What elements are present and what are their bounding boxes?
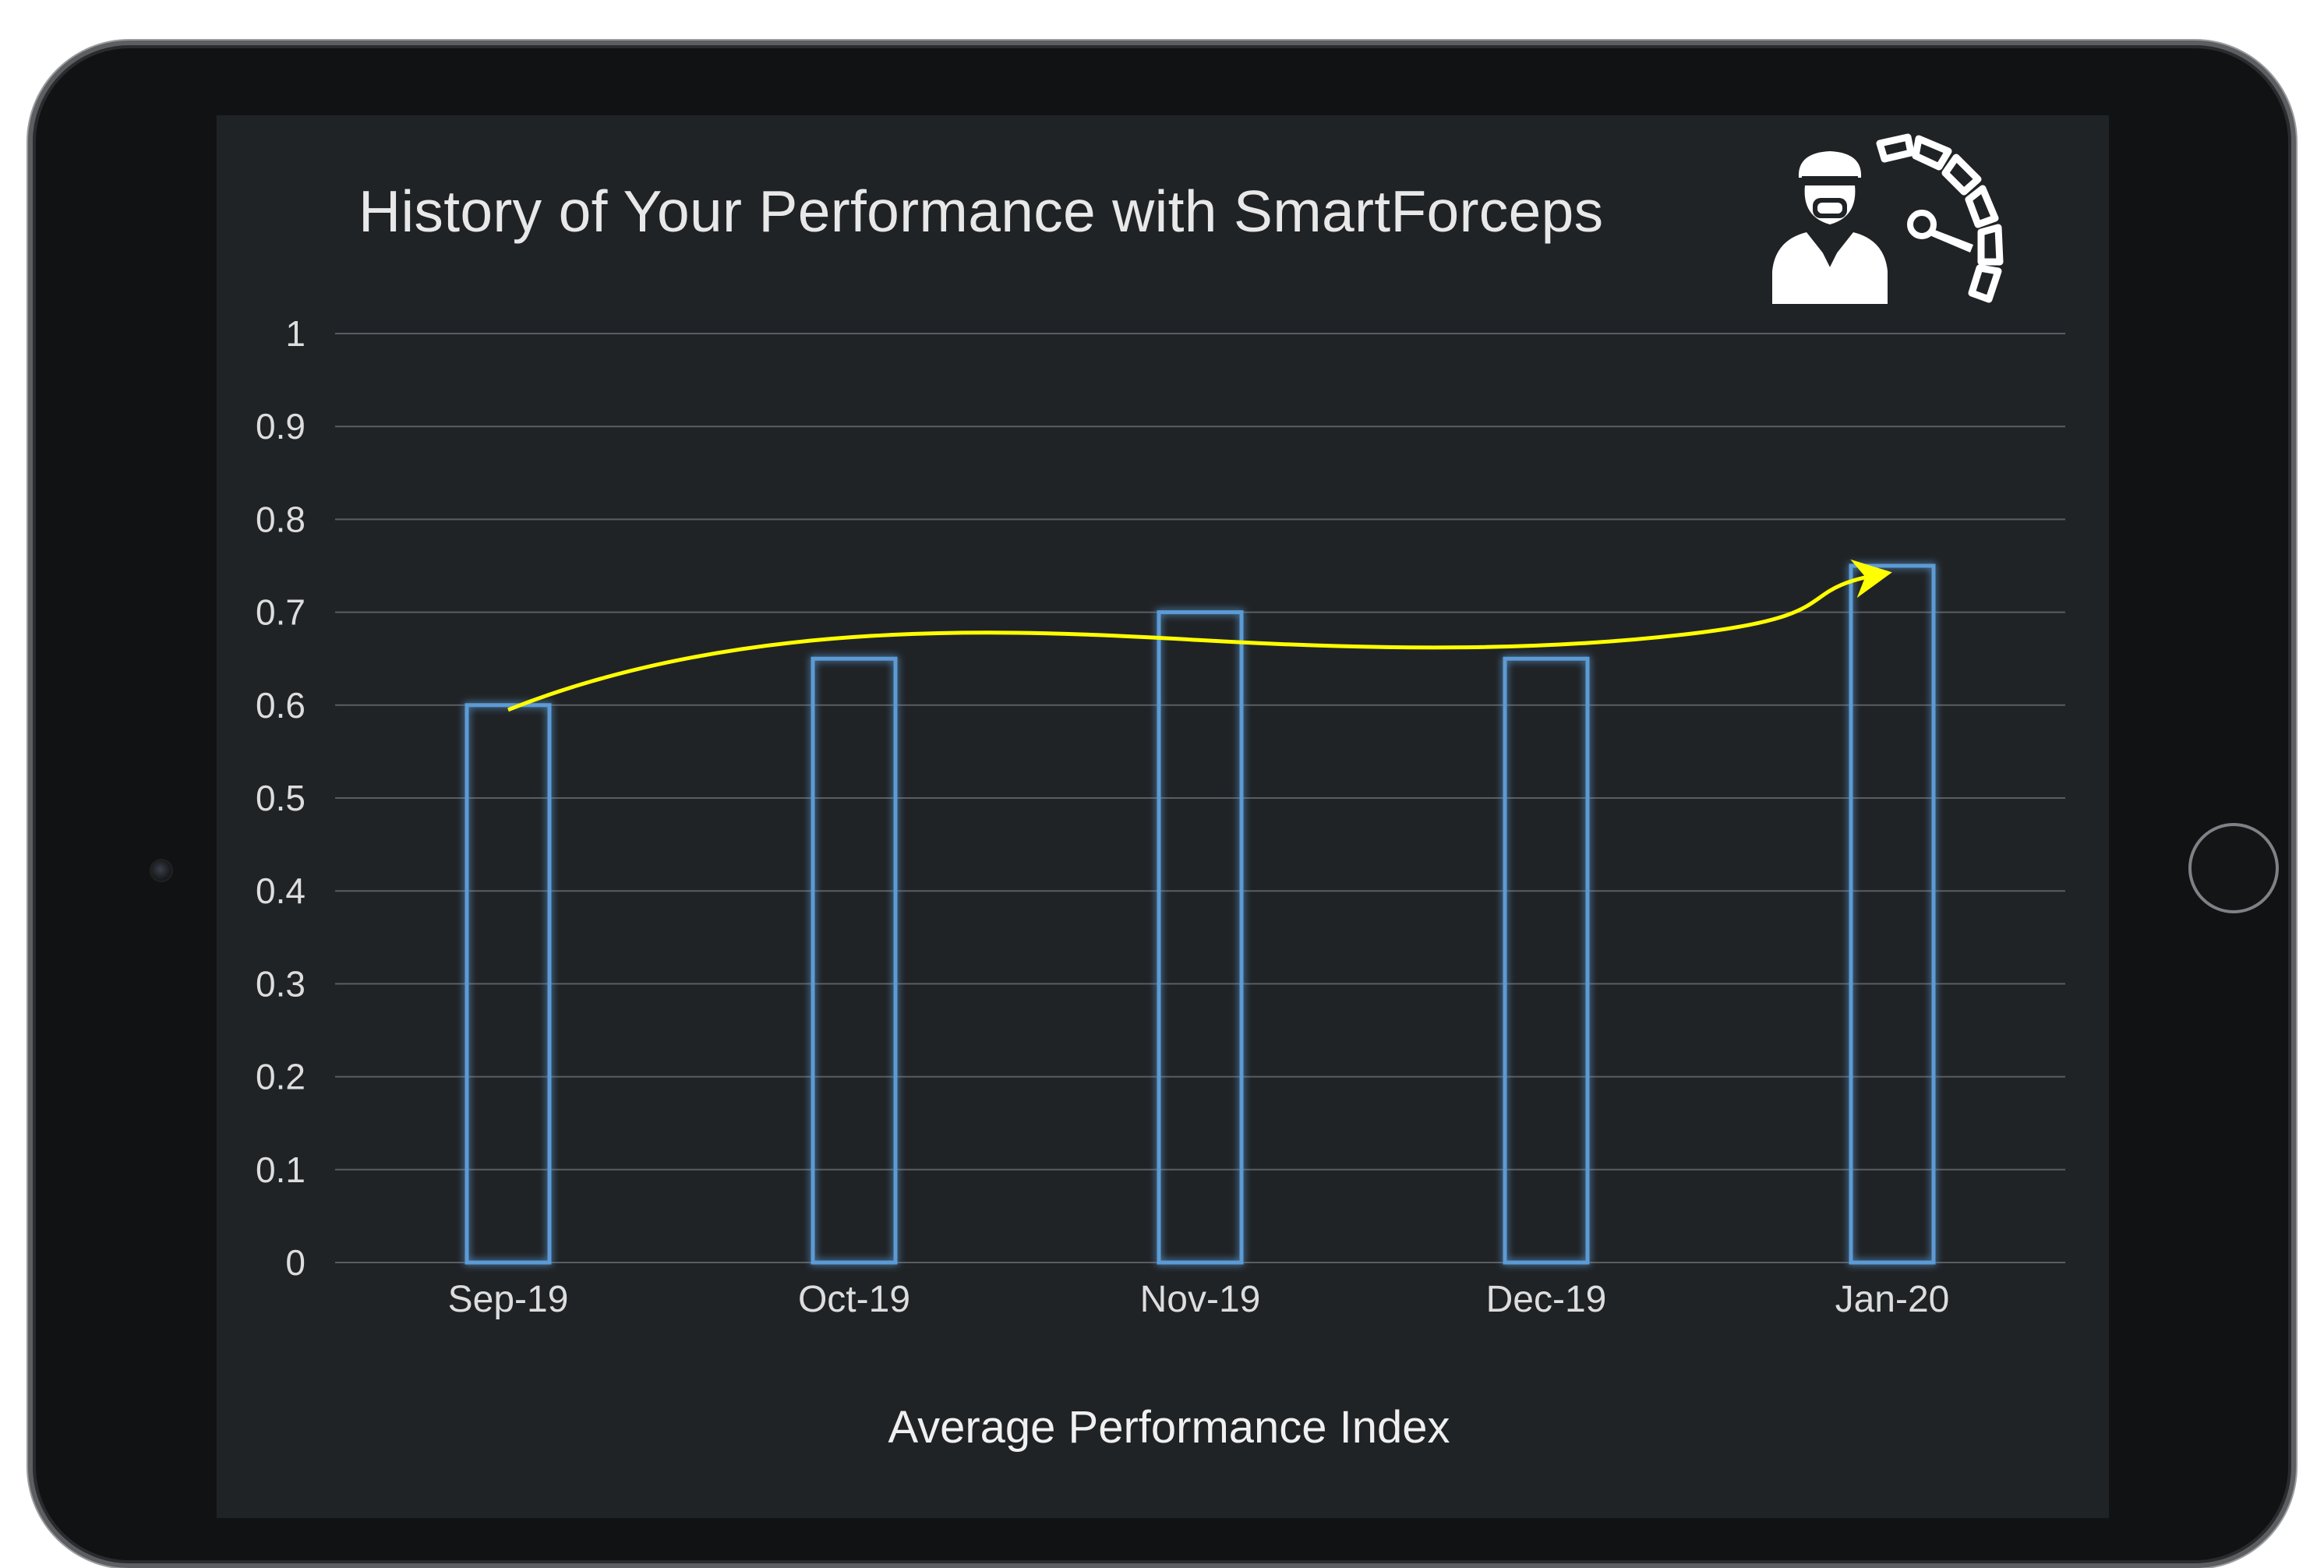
- bar-oct-19: [811, 656, 898, 1265]
- x-tick-label: Jan-20: [1835, 1279, 1950, 1320]
- gridlines: [335, 333, 2065, 1263]
- x-tick-label: Nov-19: [1140, 1279, 1261, 1320]
- y-tick-label: 0.1: [256, 1150, 306, 1190]
- bar-chart: 0 0.1 0.2 0.3 0.4 0.5 0.6 0.7 0.8 0.9 1 Sep-19 Oct-…: [256, 313, 2065, 1320]
- x-tick-label: Sep-19: [448, 1279, 569, 1320]
- bar-jan-20: [1849, 563, 1936, 1265]
- y-tick-label: 1: [285, 313, 306, 354]
- x-tick-label: Oct-19: [798, 1279, 910, 1320]
- y-tick-label: 0.8: [256, 499, 306, 539]
- y-tick-label: 0.7: [256, 592, 306, 633]
- trend-arrow: [507, 559, 1892, 712]
- y-tick-label: 0.6: [256, 685, 306, 726]
- y-tick-label: 0.5: [256, 778, 306, 818]
- x-axis-label: Average Performance Index: [888, 1402, 1450, 1453]
- y-axis-ticks: 0 0.1 0.2 0.3 0.4 0.5 0.6 0.7 0.8 0.9 1: [256, 313, 306, 1283]
- y-tick-label: 0.3: [256, 963, 306, 1004]
- x-axis-ticks: Sep-19 Oct-19 Nov-19 Dec-19 Jan-20: [448, 1279, 1950, 1320]
- x-tick-label: Dec-19: [1486, 1279, 1607, 1320]
- y-tick-label: 0.4: [256, 871, 306, 911]
- y-tick-label: 0.2: [256, 1057, 306, 1097]
- trend-curve: [507, 559, 1892, 712]
- y-tick-label: 0.9: [256, 406, 306, 447]
- bars: [464, 563, 1936, 1265]
- bar-nov-19: [1157, 610, 1244, 1265]
- y-tick-label: 0: [285, 1242, 306, 1283]
- bar-dec-19: [1503, 656, 1590, 1265]
